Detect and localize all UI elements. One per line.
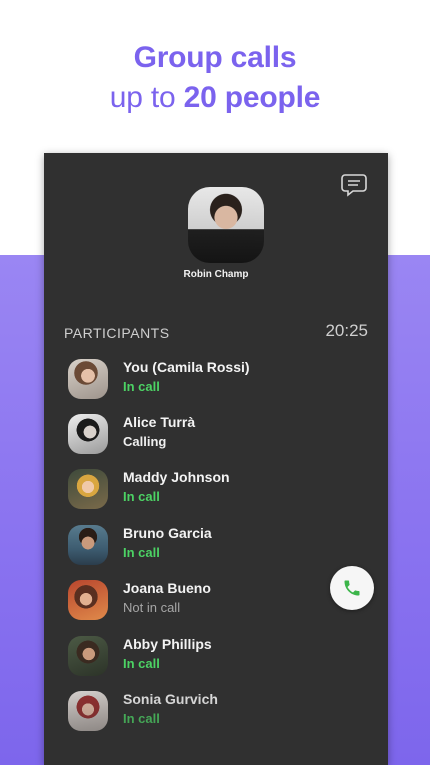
avatar xyxy=(68,414,108,454)
participant-status: Not in call xyxy=(123,600,181,615)
avatar xyxy=(68,580,108,620)
participant-name: You (Camila Rossi) xyxy=(123,359,250,375)
participant-row[interactable]: Alice Turrà Calling xyxy=(44,410,388,460)
participant-name: Sonia Gurvich xyxy=(123,691,218,707)
participant-name: Bruno Garcia xyxy=(123,525,212,541)
participant-name: Maddy Johnson xyxy=(123,469,230,485)
participant-status: In call xyxy=(123,545,160,560)
headline: Group calls up to 20 people xyxy=(0,38,430,118)
participant-row[interactable]: Sonia Gurvich In call xyxy=(44,687,388,737)
chat-bubble-icon xyxy=(341,174,367,197)
avatar xyxy=(68,691,108,731)
participant-name: Joana Bueno xyxy=(123,580,211,596)
headline-line-2-prefix: up to xyxy=(109,81,184,114)
participant-row[interactable]: Abby Phillips In call xyxy=(44,632,388,682)
participant-row[interactable]: You (Camila Rossi) In call xyxy=(44,355,388,405)
participant-status: In call xyxy=(123,711,160,726)
participant-status: In call xyxy=(123,379,160,394)
avatar xyxy=(68,525,108,565)
call-button[interactable] xyxy=(330,566,374,610)
caller-name: Robin Champ xyxy=(183,269,249,280)
call-screen: Robin Champ PARTICIPANTS 20:25 You (Cami… xyxy=(44,153,388,765)
avatar xyxy=(68,636,108,676)
headline-line-2: up to 20 people xyxy=(0,78,430,118)
participant-status: In call xyxy=(123,656,160,671)
participants-heading: PARTICIPANTS xyxy=(64,325,170,341)
avatar xyxy=(68,469,108,509)
avatar xyxy=(68,359,108,399)
participant-status: Calling xyxy=(123,434,167,449)
participant-status: In call xyxy=(123,489,160,504)
participant-name: Abby Phillips xyxy=(123,636,212,652)
chat-button[interactable] xyxy=(340,171,368,199)
participant-row[interactable]: Maddy Johnson In call xyxy=(44,465,388,515)
caller-avatar xyxy=(188,187,264,263)
call-timer: 20:25 xyxy=(325,321,368,340)
participant-name: Alice Turrà xyxy=(123,414,196,430)
headline-line-1: Group calls xyxy=(133,41,297,74)
phone-icon xyxy=(344,580,360,596)
headline-line-2-bold: 20 people xyxy=(183,81,321,114)
participant-row[interactable]: Bruno Garcia In call xyxy=(44,521,388,571)
